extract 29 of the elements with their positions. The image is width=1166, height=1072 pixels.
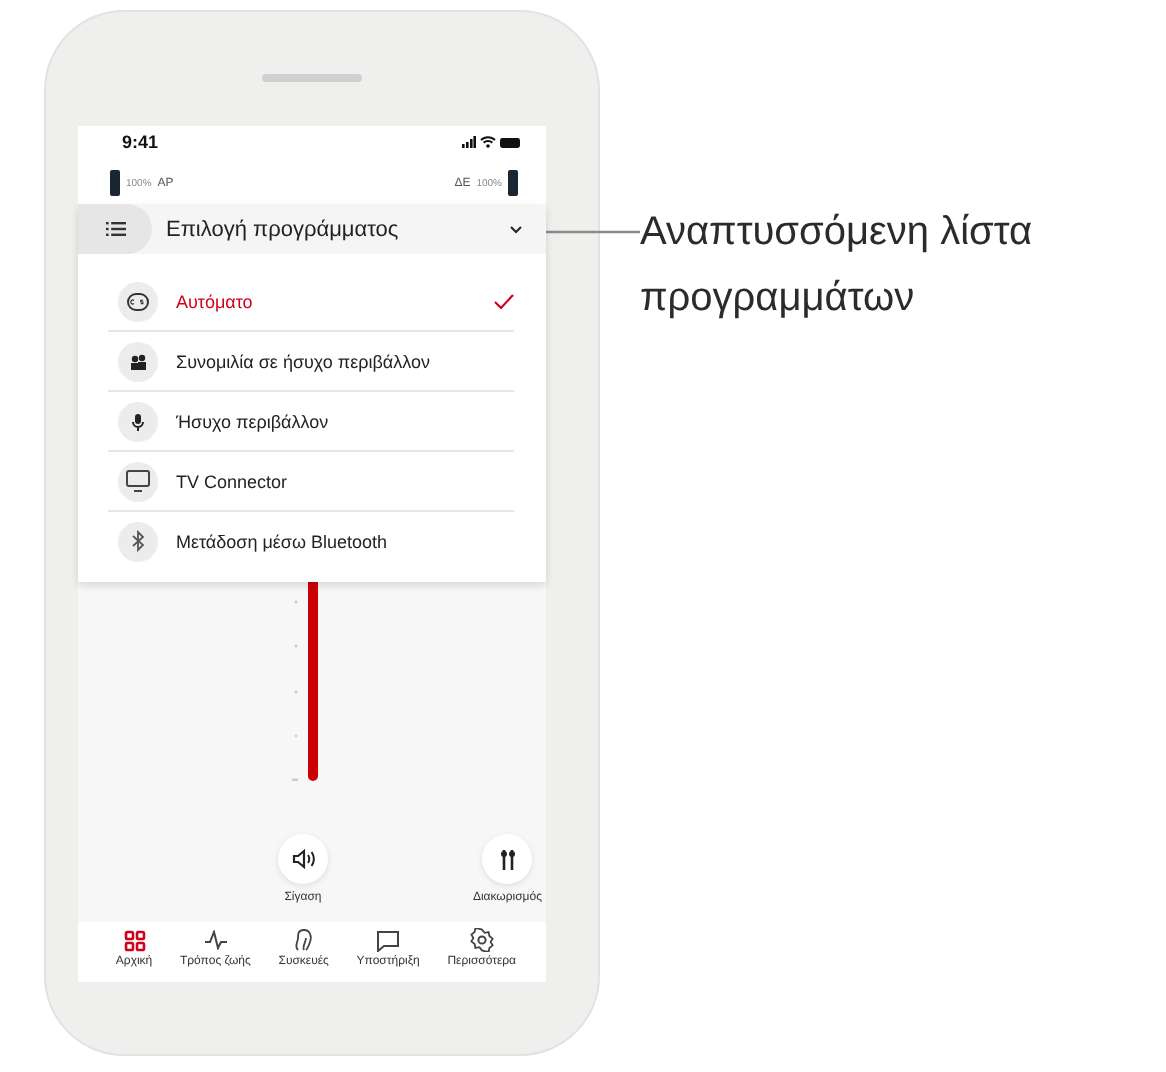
callout-text: Αναπτυσσόμενη λίστα προγραμμάτων (640, 208, 1035, 324)
speaker-icon (291, 848, 315, 870)
microphone-icon (118, 401, 158, 441)
program-option[interactable]: Αυτόματο (108, 272, 514, 332)
checkmark-icon (494, 293, 514, 309)
ear-icon (292, 928, 315, 952)
program-option[interactable]: Συνομιλία σε ήσυχο περιβάλλον (108, 332, 514, 392)
sliders-icon (497, 848, 518, 870)
list-icon (105, 222, 125, 236)
chat-bubble-icon (376, 928, 401, 952)
monitor-icon (118, 461, 158, 501)
grid-icon (123, 928, 146, 952)
speaker-slot (262, 74, 362, 82)
program-option[interactable]: TV Connector (108, 452, 514, 512)
program-option[interactable]: Μετάδοση μέσω Bluetooth (108, 512, 514, 570)
battery-icon (508, 170, 518, 196)
split-button[interactable] (482, 834, 533, 884)
chevron-icon (510, 225, 522, 233)
status-icons (462, 136, 522, 148)
bluetooth-icon (118, 521, 158, 561)
gear-icon (469, 928, 494, 952)
mute-button[interactable] (278, 834, 328, 884)
status-time: 9:41 (122, 132, 159, 152)
pulse-icon (203, 928, 228, 952)
program-dropdown-header[interactable]: Επιλογή προγράμματος (78, 204, 546, 254)
people-icon (118, 341, 158, 381)
auto-badge-icon (118, 281, 158, 321)
battery-icon (110, 170, 120, 196)
program-option[interactable]: Ήσυχο περιβάλλον (108, 392, 514, 452)
